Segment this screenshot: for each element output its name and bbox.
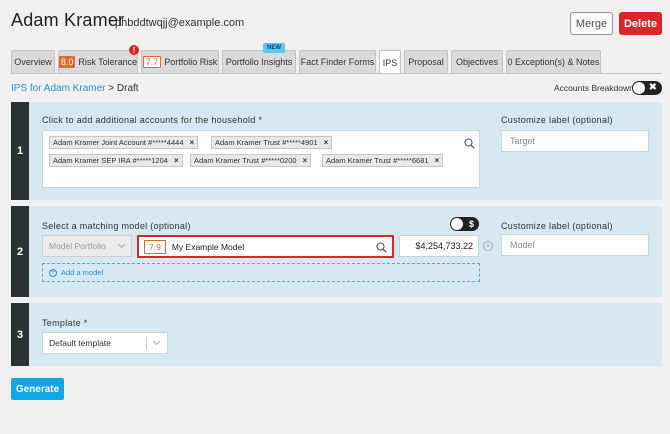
remove-chip-icon[interactable]: × <box>190 138 195 147</box>
merge-button[interactable]: Merge <box>570 12 613 35</box>
toggle-knob <box>633 82 645 94</box>
toggle-knob <box>451 218 463 230</box>
breadcrumb: IPS for Adam Kramer > Draft <box>11 83 139 94</box>
search-icon[interactable] <box>376 242 387 253</box>
tab-risk-tolerance[interactable]: 8.0 Risk Tolerance ! <box>58 45 139 73</box>
search-icon[interactable] <box>464 138 475 149</box>
account-chip-label: Adam Kramer Trust #*****6681 <box>326 156 429 165</box>
tab-label: Fact Finder Forms <box>300 57 375 67</box>
accounts-multiselect[interactable]: Adam Kramer Joint Account #*****4444 × A… <box>42 130 480 188</box>
model-type-value: Model Portfolio <box>49 241 106 251</box>
tab-label: 0 Exception(s) & Notes <box>507 57 600 67</box>
account-chip-label: Adam Kramer Trust #*****4901 <box>215 138 318 147</box>
select-separator <box>146 337 147 350</box>
breadcrumb-current: Draft <box>116 83 139 94</box>
step-2-model: 2 Select a matching model (optional) $ M… <box>11 206 662 297</box>
dollar-toggle[interactable]: $ <box>450 217 479 231</box>
step-3-template: 3 Template * Default template <box>11 303 662 366</box>
model-label-input[interactable]: Model <box>501 234 649 256</box>
tab-portfolio-insights[interactable]: NEW Portfolio Insights <box>222 43 296 73</box>
tab-overview[interactable]: Overview <box>11 50 55 73</box>
step-1-accounts: 1 Click to add additional accounts for t… <box>11 102 662 200</box>
account-chip-label: Adam Kramer Trust #*****0200 <box>194 156 297 165</box>
client-email: phbddtwqjj@example.com <box>115 17 245 29</box>
remove-chip-icon[interactable]: × <box>303 156 308 165</box>
model-name: My Example Model <box>171 241 245 252</box>
step-number: 3 <box>11 303 29 366</box>
delete-button[interactable]: Delete <box>619 12 662 35</box>
portfolio-score-badge: 7.7 <box>142 56 162 68</box>
tab-fact-finder-forms[interactable]: Fact Finder Forms <box>299 50 376 73</box>
remove-chip-icon[interactable]: × <box>435 156 440 165</box>
chevron-down-icon <box>152 337 161 346</box>
accounts-label: Click to add additional accounts for the… <box>42 115 263 125</box>
clear-icon[interactable]: × <box>483 241 493 251</box>
custom-label-title: Customize label (optional) <box>501 221 613 231</box>
tab-portfolio-risk[interactable]: 7.7 Portfolio Risk <box>141 50 219 73</box>
model-type-select[interactable]: Model Portfolio <box>42 235 132 257</box>
add-model-label: Add a model <box>61 268 104 277</box>
accounts-breakdown-label: Accounts Breakdown <box>554 83 634 93</box>
tab-objectives[interactable]: Objectives <box>451 50 503 73</box>
tab-proposal[interactable]: Proposal <box>404 50 448 73</box>
account-chip: Adam Kramer Trust #*****6681 × <box>322 154 444 167</box>
remove-chip-icon[interactable]: × <box>324 138 329 147</box>
template-select[interactable]: Default template <box>42 332 168 354</box>
step-number: 2 <box>11 206 29 297</box>
tab-divider <box>11 73 662 74</box>
tab-exceptions-notes[interactable]: 0 Exception(s) & Notes <box>506 50 601 73</box>
new-badge: NEW <box>263 43 285 53</box>
tab-label: Overview <box>14 57 52 67</box>
alert-icon: ! <box>129 45 139 55</box>
account-chip-label: Adam Kramer SEP IRA #*****1204 <box>53 156 168 165</box>
remove-chip-icon[interactable]: × <box>174 156 179 165</box>
template-label: Template * <box>42 318 88 328</box>
model-score-badge: 7.9 <box>144 239 166 254</box>
tab-label: Portfolio Risk <box>164 57 218 67</box>
risk-score-badge: 8.0 <box>58 56 76 68</box>
custom-label-title: Customize label (optional) <box>501 115 613 125</box>
account-chip: Adam Kramer Joint Account #*****4444 × <box>49 136 199 149</box>
target-label-input[interactable]: Target <box>501 130 649 152</box>
tab-label: IPS <box>382 57 398 68</box>
dollar-icon: $ <box>468 219 474 229</box>
step-number: 1 <box>11 102 29 200</box>
plus-circle-icon: + <box>49 268 57 277</box>
tab-bar: Overview 8.0 Risk Tolerance ! 7.7 Portfo… <box>11 43 604 74</box>
tab-label: Proposal <box>408 57 444 67</box>
tab-ips[interactable]: IPS <box>379 50 401 74</box>
model-label: Select a matching model (optional) <box>42 221 191 231</box>
generate-button[interactable]: Generate <box>11 378 64 400</box>
account-chip: Adam Kramer Trust #*****4901 × <box>211 136 333 149</box>
account-chip: Adam Kramer Trust #*****0200 × <box>190 154 312 167</box>
template-value: Default template <box>49 338 111 348</box>
close-icon: ✖ <box>648 82 657 93</box>
account-chip: Adam Kramer SEP IRA #*****1204 × <box>49 154 183 167</box>
tab-label: Risk Tolerance <box>78 57 138 67</box>
breadcrumb-link-ips[interactable]: IPS for Adam Kramer <box>11 83 105 94</box>
client-name: Adam Kramer <box>11 10 125 30</box>
breadcrumb-separator: > <box>108 83 115 94</box>
model-search-input[interactable]: 7.9 My Example Model <box>137 235 394 258</box>
model-amount-field[interactable]: $4,254,733.22 <box>399 235 479 257</box>
accounts-breakdown-toggle[interactable]: ✖ <box>632 81 662 95</box>
account-chip-label: Adam Kramer Joint Account #*****4444 <box>53 138 184 147</box>
tab-label: Portfolio Insights <box>225 57 293 67</box>
chevron-down-icon <box>117 240 126 249</box>
add-model-button[interactable]: + Add a model <box>42 263 480 282</box>
tab-label: Objectives <box>455 57 499 67</box>
